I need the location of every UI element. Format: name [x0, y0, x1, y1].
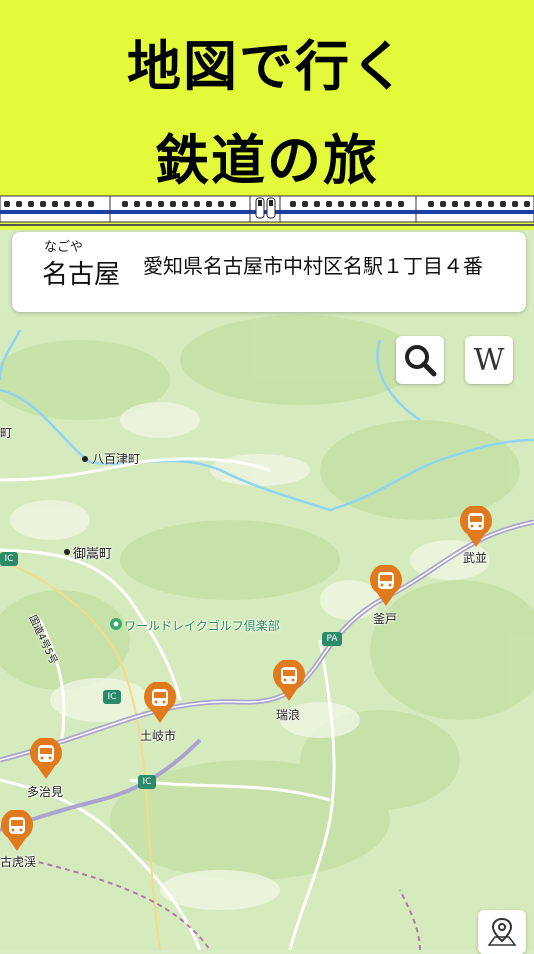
station-pin-icon[interactable]	[459, 506, 493, 548]
town-label-yaotsu: 八百津町	[92, 452, 141, 466]
station-name: 名古屋	[42, 260, 121, 290]
station-label[interactable]: 瑞浪	[276, 706, 300, 723]
station-label[interactable]: 古虎渓	[0, 853, 36, 870]
town-label-mitake: 御嵩町	[73, 547, 113, 562]
ic-badge: IC	[138, 775, 156, 789]
ic-badge: IC	[0, 552, 18, 566]
station-pin-icon[interactable]	[369, 565, 403, 607]
title-line-2: 鉄道の旅	[155, 129, 379, 192]
station-pin-icon[interactable]	[0, 810, 34, 852]
station-pin-icon[interactable]	[143, 682, 177, 724]
station-label[interactable]: 武並	[463, 549, 487, 566]
ic-badge: IC	[103, 690, 121, 704]
magnifier-icon	[405, 345, 437, 377]
station-furigana: なごや	[44, 240, 84, 255]
title-line-1: 地図で行く	[127, 35, 407, 98]
train-illustration	[0, 190, 534, 230]
search-button[interactable]	[396, 336, 444, 384]
station-label[interactable]: 釜戸	[373, 610, 397, 627]
station-pin-icon[interactable]	[272, 660, 306, 702]
station-address: 愛知県名古屋市中村区名駅１丁目４番	[143, 254, 483, 278]
pa-badge: PA	[322, 632, 342, 646]
open-maps-button[interactable]	[478, 910, 526, 954]
station-info-card[interactable]: なごや 名古屋 愛知県名古屋市中村区名駅１丁目４番	[12, 232, 526, 312]
station-label[interactable]: 土岐市	[140, 727, 176, 744]
station-pin-icon[interactable]	[29, 738, 63, 780]
wikipedia-icon: W	[473, 342, 505, 378]
title-banner: 地図で行く 鉄道の旅	[0, 0, 534, 192]
map-pin-icon	[487, 917, 517, 946]
station-label[interactable]: 多治見	[27, 783, 63, 800]
wikipedia-button[interactable]: W	[465, 336, 513, 384]
edge-town-label: 町	[0, 426, 13, 440]
golf-course-label: ワールドレイクゴルフ倶楽部	[124, 619, 280, 633]
